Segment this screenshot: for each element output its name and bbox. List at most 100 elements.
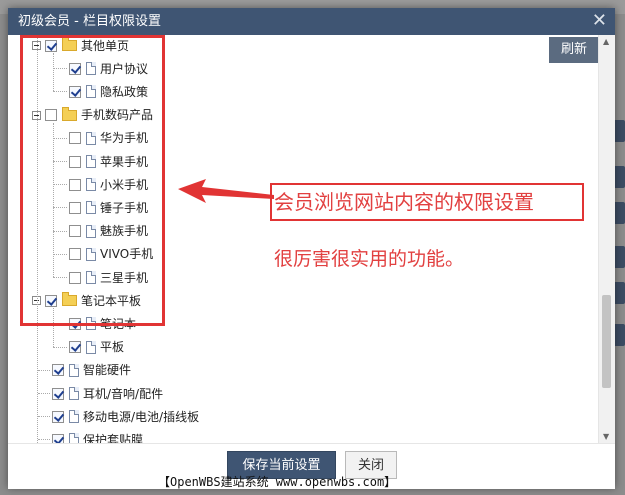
tree-node-label[interactable]: 苹果手机 [100,155,148,169]
tree-node-label[interactable]: 智能硬件 [83,363,131,377]
tree-node-label[interactable]: 隐私政策 [100,85,148,99]
tree-connector [53,137,67,139]
node-checkbox[interactable] [69,341,81,354]
node-checkbox[interactable] [69,62,81,75]
tree-node[interactable]: VIVO手机 [53,244,153,264]
tree-node-label[interactable]: 保护套贴膜 [83,433,143,443]
tree-node-label[interactable]: 小米手机 [100,178,148,192]
tree-scrollbar[interactable]: ▲ ▼ [598,35,615,443]
tree-node[interactable]: 三星手机 [53,267,148,287]
node-checkbox[interactable] [69,178,81,191]
tree-connector [53,230,67,232]
tree-node[interactable]: 平板 [53,337,124,357]
tree-node[interactable]: 隐私政策 [53,81,148,101]
tree-connector [53,53,54,92]
node-checkbox[interactable] [69,155,81,168]
file-icon [86,62,96,76]
tree-connector [53,184,67,186]
tree-node-label[interactable]: 笔记本 [100,317,136,331]
dialog-title: 初级会员 - 栏目权限设置 [18,14,161,29]
watermark-text: 【OpenWBS建站系统 www.openwbs.com】 [158,475,397,489]
node-checkbox[interactable] [69,317,81,330]
file-icon [86,340,96,354]
tree-node-label[interactable]: 魅族手机 [100,224,148,238]
file-icon [86,131,96,145]
tree-node-label[interactable]: 三星手机 [100,271,148,285]
annotation-text-secondary: 很厉害很实用的功能。 [274,248,465,270]
node-checkbox[interactable] [69,225,81,238]
folder-icon [62,106,77,121]
tree-node-label[interactable]: 移动电源/电池/插线板 [83,410,199,424]
tree-connector [53,346,67,348]
tree-connector [53,207,67,209]
node-checkbox[interactable] [45,39,57,52]
tree-connector [53,277,67,278]
scroll-down-icon[interactable]: ▼ [603,432,609,441]
folder-icon [62,292,77,307]
file-icon [86,155,96,168]
tree-node[interactable]: 智能硬件 [38,360,131,380]
tree-node[interactable]: 耳机/音响/配件 [38,383,163,403]
tree-node-label[interactable]: 其他单页 [81,39,129,53]
tree-connector [38,369,50,371]
node-checkbox[interactable] [52,364,64,377]
tree-node[interactable]: 小米手机 [53,174,148,194]
tree-node[interactable]: 锤子手机 [53,197,148,217]
tree-node-label[interactable]: 平板 [100,340,124,354]
annotation-arrow-icon [178,179,274,203]
tree-connector [37,35,38,443]
file-icon [86,224,96,238]
file-icon [86,178,96,192]
tree-connector [53,323,67,325]
category-tree: 其他单页用户协议隐私政策手机数码产品华为手机苹果手机小米手机锤子手机魅族手机 VI… [8,35,588,443]
tree-node-label[interactable]: 锤子手机 [100,201,148,215]
tree-node[interactable]: 移动电源/电池/插线板 [38,406,199,426]
folder-icon [62,37,77,51]
tree-connector [53,308,54,347]
scroll-up-icon[interactable]: ▲ [603,37,609,46]
refresh-button[interactable]: 刷新 [549,37,599,63]
file-icon [86,317,96,331]
tree-connector [38,393,50,394]
node-checkbox[interactable] [69,248,81,261]
dialog-titlebar: 初级会员 - 栏目权限设置 ✕ [8,8,615,35]
tree-connector [38,439,50,441]
node-checkbox[interactable] [52,410,64,423]
tree-node[interactable]: 手机数码产品 [32,105,153,125]
tree-node[interactable]: 其他单页 [32,35,129,55]
scrollbar-thumb[interactable] [602,295,611,388]
tree-connector [53,122,54,277]
tree-connector [53,161,67,162]
node-checkbox[interactable] [52,387,64,400]
file-icon [69,433,79,443]
file-icon [69,410,79,424]
tree-node[interactable]: 苹果手机 [53,151,148,171]
node-checkbox[interactable] [69,85,81,98]
node-checkbox[interactable] [69,132,81,145]
tree-node-label[interactable]: 用户协议 [100,62,148,76]
tree-node[interactable]: 笔记本平板 [32,290,141,310]
tree-connector [53,68,67,70]
tree-node-label[interactable]: 华为手机 [100,131,148,145]
node-checkbox[interactable] [69,271,81,284]
node-checkbox[interactable] [45,109,57,122]
tree-node[interactable]: 魅族手机 [53,221,148,241]
tree-node[interactable]: 华为手机 [53,128,148,148]
node-checkbox[interactable] [52,433,64,443]
tree-node[interactable]: 笔记本 [53,313,136,333]
close-icon[interactable]: ✕ [592,8,607,34]
node-checkbox[interactable] [69,201,81,214]
tree-node[interactable]: 用户协议 [53,58,148,78]
file-icon [86,271,96,284]
file-icon [69,363,79,377]
tree-node-label[interactable]: VIVO手机 [100,247,153,261]
annotation-text-primary: 会员浏览网站内容的权限设置 [274,190,534,214]
tree-node-label[interactable]: 耳机/音响/配件 [83,387,163,401]
tree-node-label[interactable]: 笔记本平板 [81,294,141,308]
dialog-content: 其他单页用户协议隐私政策手机数码产品华为手机苹果手机小米手机锤子手机魅族手机 VI… [8,35,615,443]
permission-dialog: 初级会员 - 栏目权限设置 ✕ 其他单页用户协议隐私政策手机数码产品华为手机苹果… [8,8,615,489]
file-icon [86,201,96,215]
node-checkbox[interactable] [45,294,57,307]
tree-node-label[interactable]: 手机数码产品 [81,108,153,122]
tree-node[interactable]: 保护套贴膜 [38,429,143,443]
